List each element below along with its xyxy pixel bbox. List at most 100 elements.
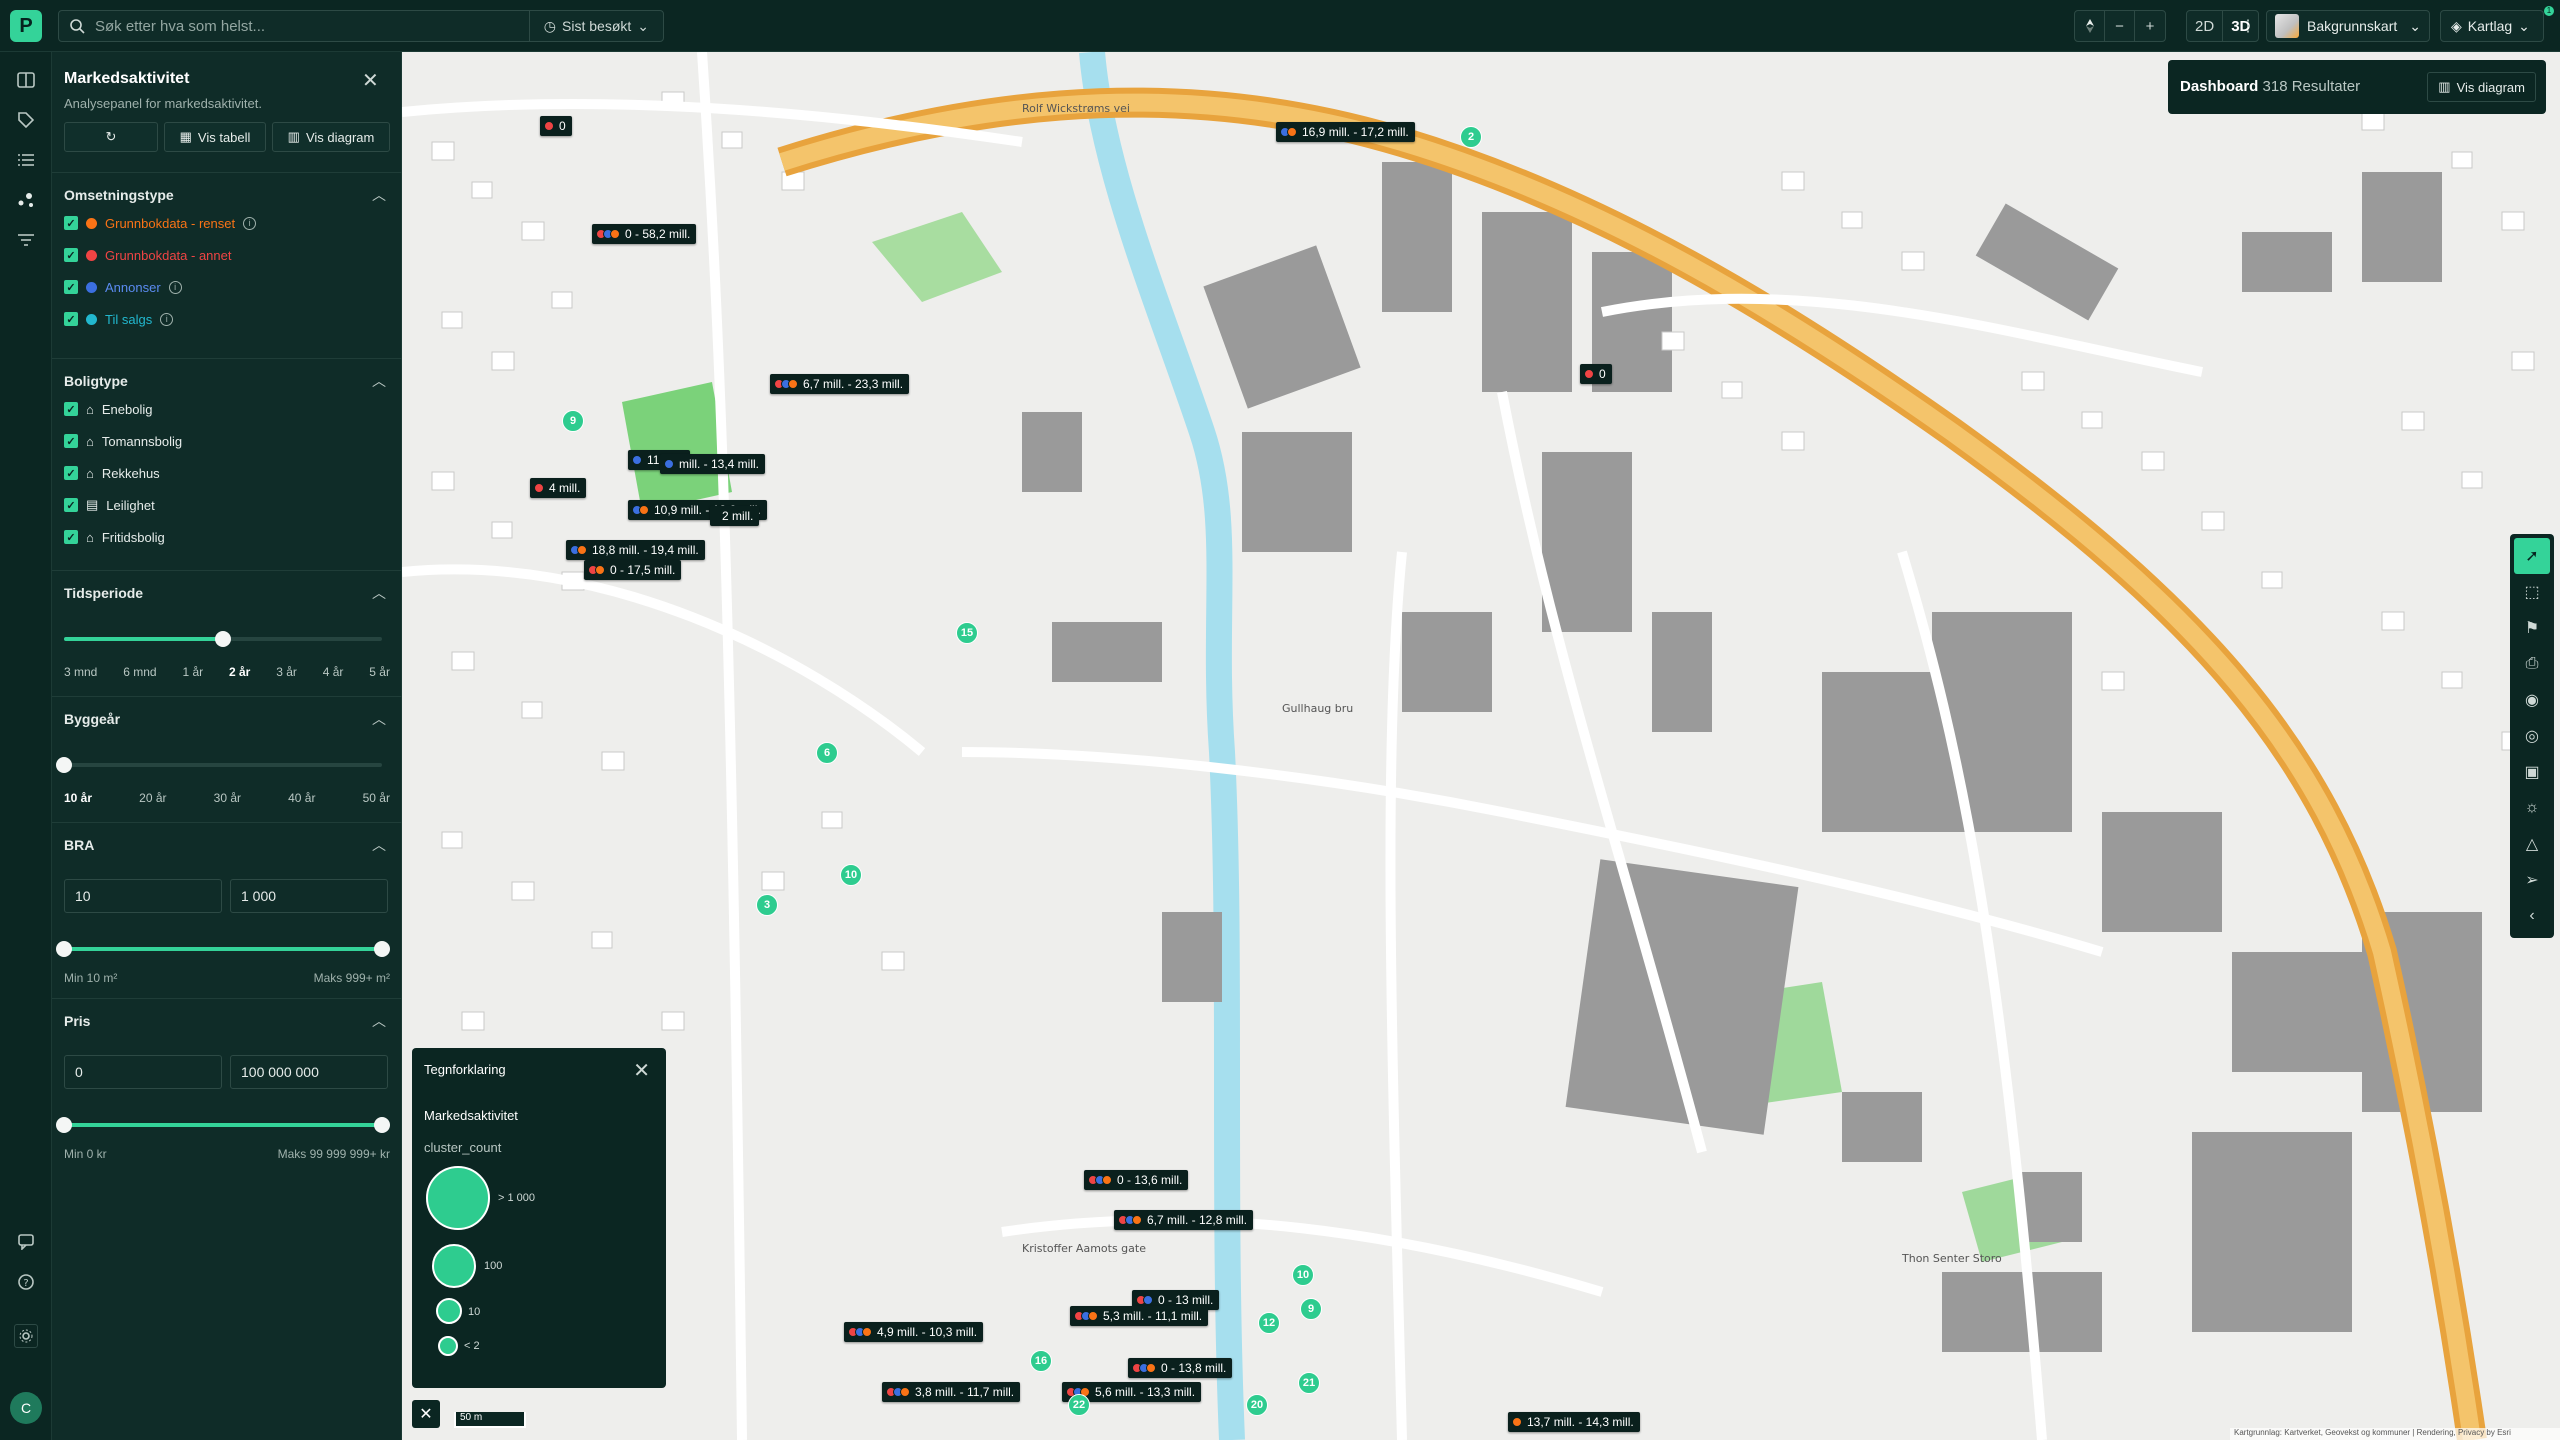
zoom-in-button[interactable]: + xyxy=(2135,11,2165,41)
price-marker[interactable]: 5,3 mill. - 11,1 mill. xyxy=(1070,1306,1209,1326)
cluster-count[interactable]: 2 xyxy=(1460,126,1482,148)
checkbox[interactable]: ✓ xyxy=(64,498,78,512)
cluster-count[interactable]: 3 xyxy=(756,894,778,916)
filter-row[interactable]: ✓ ▤ Leilighet xyxy=(64,495,155,515)
slider-tick[interactable]: 2 år xyxy=(229,665,250,679)
filter-icon[interactable] xyxy=(14,228,38,252)
slider-tick[interactable]: 30 år xyxy=(214,791,241,805)
layers-dropdown[interactable]: ◈ Kartlag ⌄ xyxy=(2440,10,2544,42)
chevron-up-icon[interactable]: ︿ xyxy=(372,709,386,729)
pris-max-input[interactable]: 100 000 000 xyxy=(230,1055,388,1089)
tidsperiode-slider[interactable] xyxy=(64,631,382,647)
chevron-up-icon[interactable]: ︿ xyxy=(372,583,386,603)
reset-button[interactable]: ↻ xyxy=(64,122,158,152)
price-marker[interactable]: 0 xyxy=(540,116,572,136)
price-marker[interactable]: 0 - 58,2 mill. xyxy=(592,224,697,244)
slider-handle[interactable] xyxy=(56,757,72,773)
search-bar[interactable]: ◷ Sist besøkt ⌄ xyxy=(58,10,664,42)
checkbox[interactable]: ✓ xyxy=(64,402,78,416)
show-table-button[interactable]: ▦ Vis tabell xyxy=(164,122,266,152)
recent-dropdown[interactable]: ◷ Sist besøkt ⌄ xyxy=(528,11,663,41)
slider-tick[interactable]: 4 år xyxy=(323,665,344,679)
select-pointer-icon[interactable]: ➚ xyxy=(2514,538,2550,574)
user-avatar[interactable]: C xyxy=(10,1392,42,1424)
filter-row[interactable]: ✓ ⌂ Fritidsbolig xyxy=(64,527,165,547)
view-2d-button[interactable]: 2D xyxy=(2187,11,2224,41)
chevron-up-icon[interactable]: ︿ xyxy=(372,1011,386,1031)
price-marker[interactable]: 2 mill. xyxy=(710,506,760,526)
help-icon[interactable]: ? xyxy=(14,1270,38,1294)
checkbox[interactable]: ✓ xyxy=(64,312,78,326)
measure-icon[interactable]: △ xyxy=(2510,826,2554,862)
cluster-count[interactable]: 9 xyxy=(1300,1298,1322,1320)
info-icon[interactable]: i xyxy=(243,216,257,230)
price-marker[interactable]: 0 - 13,8 mill. xyxy=(1128,1358,1233,1378)
camera-icon[interactable]: ◉ xyxy=(2510,682,2554,718)
filter-row[interactable]: ✓ ⌂ Rekkehus xyxy=(64,463,160,483)
cluster-count[interactable]: 12 xyxy=(1258,1312,1280,1334)
slider-tick[interactable]: 50 år xyxy=(363,791,390,805)
price-marker[interactable]: 0 xyxy=(1580,364,1612,384)
chevron-up-icon[interactable]: ︿ xyxy=(372,835,386,855)
slider-tick[interactable]: 1 år xyxy=(182,665,203,679)
price-marker[interactable]: 0 - 17,5 mill. xyxy=(584,560,682,580)
price-marker[interactable]: 16,9 mill. - 17,2 mill. xyxy=(1276,122,1415,142)
layers-stack-icon[interactable]: ▣ xyxy=(2510,754,2554,790)
checkbox[interactable]: ✓ xyxy=(64,434,78,448)
price-marker[interactable]: 6,7 mill. - 12,8 mill. xyxy=(1114,1210,1254,1230)
bra-min-input[interactable]: 10 xyxy=(64,879,222,913)
pris-min-input[interactable]: 0 xyxy=(64,1055,222,1089)
zoom-out-button[interactable]: − xyxy=(2105,11,2135,41)
slider-tick[interactable]: 3 år xyxy=(276,665,297,679)
close-legend-button[interactable]: ✕ xyxy=(412,1400,440,1428)
cluster-count[interactable]: 15 xyxy=(956,622,978,644)
cluster-count[interactable]: 16 xyxy=(1030,1350,1052,1372)
price-marker[interactable]: 3,8 mill. - 11,7 mill. xyxy=(882,1382,1021,1402)
slider-tick[interactable]: 20 år xyxy=(139,791,166,805)
price-marker[interactable]: 13,7 mill. - 14,3 mill. xyxy=(1508,1412,1640,1432)
selection-box-icon[interactable]: ⬚ xyxy=(2510,574,2554,610)
close-icon[interactable]: ✕ xyxy=(633,1058,650,1083)
slider-handle-max[interactable] xyxy=(374,941,390,957)
search-input[interactable] xyxy=(95,17,529,35)
filter-row[interactable]: ✓ Til salgs i xyxy=(64,309,174,329)
print-icon[interactable]: ⎙ xyxy=(2510,646,2554,682)
bra-slider[interactable] xyxy=(56,941,390,957)
dots-menu[interactable]: ⋮ xyxy=(2240,10,2260,42)
chevron-up-icon[interactable]: ︿ xyxy=(372,185,386,205)
checkbox[interactable]: ✓ xyxy=(64,216,78,230)
sun-icon[interactable]: ☼ xyxy=(2510,790,2554,826)
analytics-icon[interactable] xyxy=(14,188,38,212)
background-map-dropdown[interactable]: Bakgrunnskart ⌄ xyxy=(2266,10,2430,42)
settings-icon[interactable] xyxy=(14,1324,38,1348)
byggear-slider[interactable] xyxy=(56,757,382,773)
info-icon[interactable]: i xyxy=(160,312,174,326)
filter-row[interactable]: ✓ Grunnbokdata - annet xyxy=(64,245,231,265)
show-diagram-button[interactable]: ▥ Vis diagram xyxy=(272,122,390,152)
cluster-count[interactable]: 10 xyxy=(1292,1264,1314,1286)
price-marker[interactable]: 6,7 mill. - 23,3 mill. xyxy=(770,374,910,394)
price-marker[interactable]: 4,9 mill. - 10,3 mill. xyxy=(844,1322,984,1342)
compass-button[interactable] xyxy=(2075,11,2105,41)
send-icon[interactable]: ➢ xyxy=(2510,862,2554,898)
app-logo[interactable]: P xyxy=(10,10,42,42)
chevron-left-icon[interactable]: ‹ xyxy=(2510,898,2554,934)
checkbox[interactable]: ✓ xyxy=(64,530,78,544)
checkbox[interactable]: ✓ xyxy=(64,280,78,294)
cluster-count[interactable]: 6 xyxy=(816,742,838,764)
bra-max-input[interactable]: 1 000 xyxy=(230,879,388,913)
price-marker[interactable]: 0 - 13,6 mill. xyxy=(1084,1170,1189,1190)
chat-icon[interactable] xyxy=(14,1230,38,1254)
dashboard-diagram-button[interactable]: ▥ Vis diagram xyxy=(2427,72,2536,102)
price-marker[interactable]: mill. - 13,4 mill. xyxy=(660,454,766,474)
map-canvas[interactable]: Rolf Wickstrøms vei Thon Senter Storo Gu… xyxy=(402,52,2560,1440)
cluster-count[interactable]: 20 xyxy=(1246,1394,1268,1416)
bookmark-icon[interactable]: ⚑ xyxy=(2510,610,2554,646)
info-icon[interactable]: i xyxy=(168,280,182,294)
slider-tick[interactable]: 3 mnd xyxy=(64,665,97,679)
close-icon[interactable]: ✕ xyxy=(362,68,379,93)
location-icon[interactable]: ◎ xyxy=(2510,718,2554,754)
slider-handle[interactable] xyxy=(215,631,231,647)
slider-tick[interactable]: 40 år xyxy=(288,791,315,805)
list-icon[interactable] xyxy=(14,148,38,172)
